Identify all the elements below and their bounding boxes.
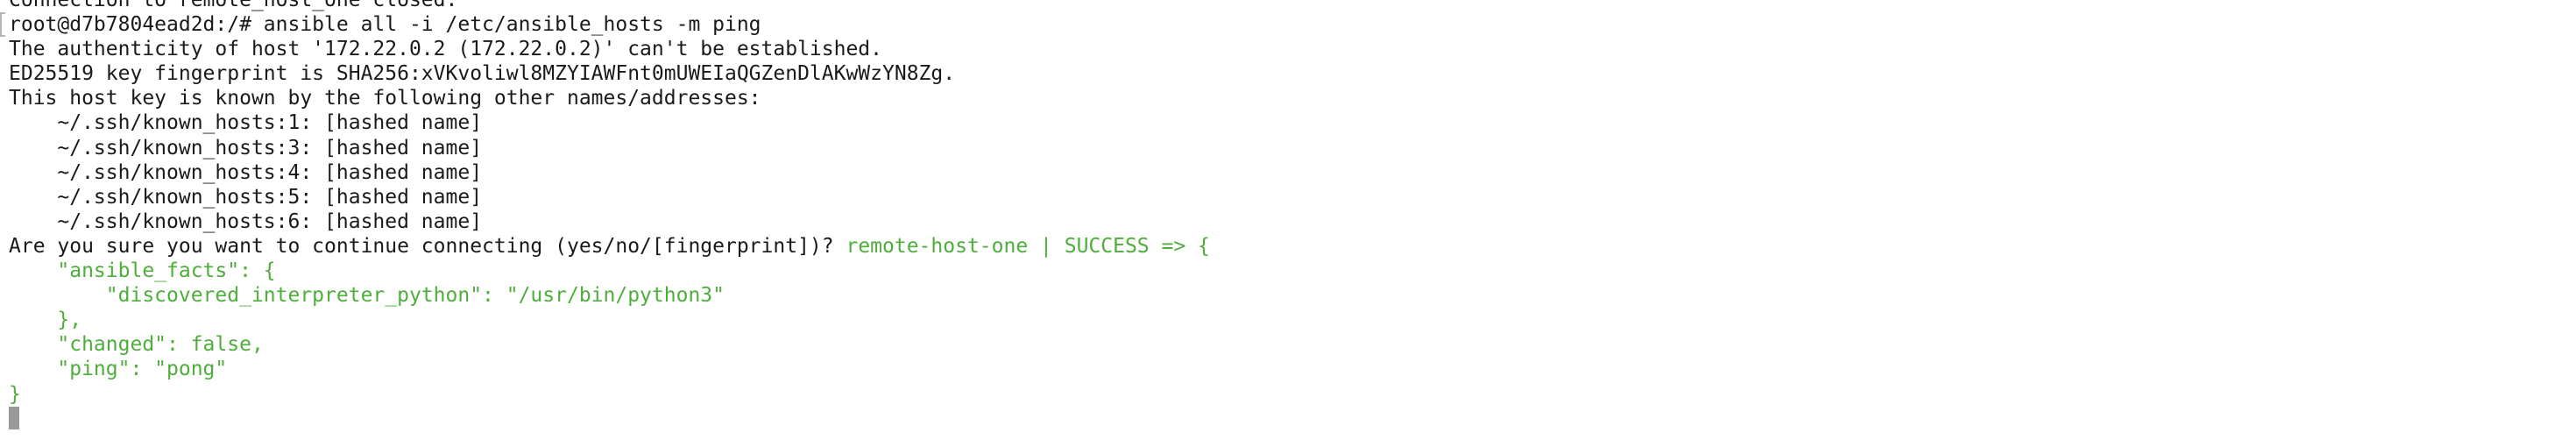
terminal-text: Connection to remote_host_one closed.: [9, 0, 458, 11]
terminal-line: This host key is known by the following …: [9, 86, 2576, 110]
terminal-output: Connection to remote_host_one closed. roo…: [9, 0, 2576, 431]
terminal-text: ~/.ssh/known_hosts:6: [hashed name]: [9, 209, 483, 233]
terminal-line: Are you sure you want to continue connec…: [9, 234, 2576, 259]
prompt-mark-icon: [0, 12, 5, 37]
terminal-line: Connection to remote_host_one closed.: [9, 0, 2576, 12]
terminal-line: }: [9, 382, 2576, 407]
terminal-window[interactable]: Connection to remote_host_one closed. roo…: [0, 0, 2576, 440]
terminal-line: root@d7b7804ead2d:/# ansible all -i /etc…: [9, 12, 2576, 37]
terminal-line: },: [9, 308, 2576, 332]
terminal-text: The authenticity of host '172.22.0.2 (17…: [9, 38, 882, 61]
terminal-line: "changed": false,: [9, 332, 2576, 357]
terminal-line: ED25519 key fingerprint is SHA256:xVKvol…: [9, 61, 2576, 86]
terminal-text: This host key is known by the following …: [9, 87, 761, 110]
terminal-text: ~/.ssh/known_hosts:4: [hashed name]: [9, 160, 483, 184]
terminal-text: }: [9, 382, 21, 406]
cursor-line: [9, 406, 2576, 431]
terminal-line: "ping": "pong": [9, 357, 2576, 381]
terminal-text: remote-host-one | SUCCESS => {: [846, 234, 1210, 258]
terminal-line: ~/.ssh/known_hosts:6: [hashed name]: [9, 209, 2576, 234]
terminal-text: "discovered_interpreter_python": "/usr/b…: [9, 284, 725, 308]
terminal-text: ~/.ssh/known_hosts:5: [hashed name]: [9, 185, 483, 209]
terminal-text: "ping": "pong": [9, 358, 228, 381]
terminal-line: ~/.ssh/known_hosts:1: [hashed name]: [9, 110, 2576, 135]
terminal-line: The authenticity of host '172.22.0.2 (17…: [9, 37, 2576, 61]
terminal-text: root@d7b7804ead2d:/# ansible all -i /etc…: [9, 13, 761, 37]
terminal-text: "ansible_facts": {: [9, 259, 276, 283]
terminal-text: ED25519 key fingerprint is SHA256:xVKvol…: [9, 62, 956, 86]
terminal-line: "discovered_interpreter_python": "/usr/b…: [9, 283, 2576, 308]
block-cursor-icon: [9, 406, 19, 429]
terminal-text: ~/.ssh/known_hosts:3: [hashed name]: [9, 136, 483, 160]
terminal-text: "changed": false,: [9, 333, 264, 357]
terminal-text: },: [9, 309, 82, 332]
terminal-line: ~/.ssh/known_hosts:5: [hashed name]: [9, 185, 2576, 209]
terminal-line: "ansible_facts": {: [9, 259, 2576, 283]
terminal-line: ~/.ssh/known_hosts:3: [hashed name]: [9, 136, 2576, 160]
terminal-line: ~/.ssh/known_hosts:4: [hashed name]: [9, 160, 2576, 185]
terminal-text: Are you sure you want to continue connec…: [9, 234, 846, 258]
terminal-text: ~/.ssh/known_hosts:1: [hashed name]: [9, 111, 483, 135]
